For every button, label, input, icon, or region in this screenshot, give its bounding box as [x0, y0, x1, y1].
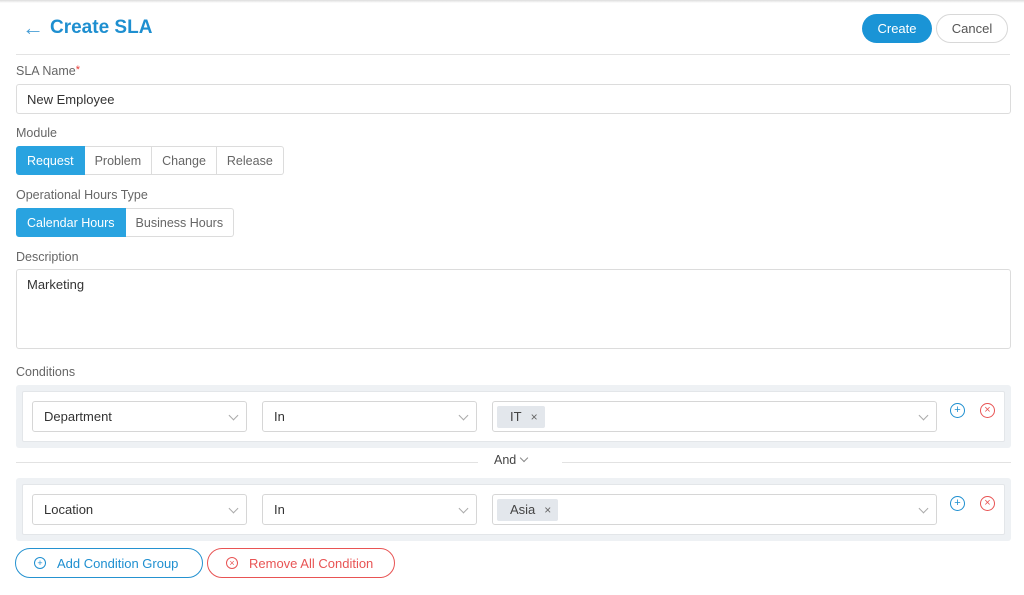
back-arrow-icon[interactable]: ← [22, 17, 48, 39]
chevron-down-icon [228, 410, 239, 421]
condition-field-select[interactable]: Location [32, 494, 247, 525]
conditions-label: Conditions [16, 365, 76, 379]
value-tag: Asia × [497, 498, 559, 521]
sla-name-value: New Employee [27, 91, 115, 107]
and-divider-left [16, 462, 478, 463]
add-condition-icon[interactable]: + [950, 403, 965, 418]
condition-group: Department In IT × + × [16, 385, 1011, 448]
condition-row: Department In IT × + × [22, 391, 1005, 442]
description-textarea[interactable]: Marketing [16, 269, 1011, 349]
header-divider [16, 54, 1010, 55]
condition-operator-select[interactable]: In [262, 401, 477, 432]
sla-name-input[interactable]: New Employee [16, 84, 1011, 114]
module-problem-button[interactable]: Problem [84, 146, 153, 175]
required-mark: * [75, 64, 81, 76]
value-tag: IT × [497, 405, 545, 428]
page-title: Create SLA [50, 17, 153, 38]
add-condition-group-button[interactable]: + Add Condition Group [15, 548, 203, 578]
tag-remove-icon[interactable]: × [531, 410, 538, 424]
module-label: Module [16, 126, 57, 140]
remove-condition-icon[interactable]: × [980, 496, 995, 511]
sla-name-label-text: SLA Name [16, 64, 76, 78]
module-change-button[interactable]: Change [152, 146, 217, 175]
sla-name-label: SLA Name* [16, 64, 80, 78]
chevron-down-icon [918, 503, 929, 514]
description-label: Description [16, 250, 79, 264]
calendar-hours-button[interactable]: Calendar Hours [16, 208, 126, 237]
and-label: And [494, 453, 517, 467]
cancel-button[interactable]: Cancel [936, 13, 1008, 43]
condition-field-value: Location [44, 502, 94, 517]
header-actions: Create Cancel [862, 13, 1008, 43]
condition-operator-value: In [274, 409, 285, 424]
module-request-button[interactable]: Request [16, 146, 85, 175]
module-release-button[interactable]: Release [216, 146, 284, 175]
chevron-down-icon [918, 410, 929, 421]
condition-field-value: Department [44, 409, 112, 424]
chevron-down-icon [458, 503, 469, 514]
condition-operator-select[interactable]: In [262, 494, 477, 525]
value-tag-label: Asia [510, 502, 536, 517]
and-divider-right [562, 462, 1011, 463]
description-value: Marketing [27, 277, 85, 292]
create-button[interactable]: Create [862, 13, 932, 43]
remove-all-condition-label: Remove All Condition [249, 555, 374, 571]
value-tag-label: IT [510, 409, 522, 424]
condition-field-select[interactable]: Department [32, 401, 247, 432]
condition-group: Location In Asia × + × [16, 478, 1011, 541]
close-circle-icon: × [226, 557, 238, 569]
chevron-down-icon [458, 410, 469, 421]
condition-value-select[interactable]: Asia × [492, 494, 937, 525]
condition-value-select[interactable]: IT × [492, 401, 937, 432]
add-condition-group-label: Add Condition Group [57, 555, 179, 571]
tag-remove-icon[interactable]: × [544, 503, 551, 517]
add-condition-icon[interactable]: + [950, 496, 965, 511]
condition-row: Location In Asia × + × [22, 484, 1005, 535]
and-operator-dropdown[interactable]: And [494, 453, 529, 467]
plus-circle-icon: + [34, 557, 46, 569]
hours-type-label: Operational Hours Type [16, 188, 148, 202]
chevron-down-icon [228, 503, 239, 514]
business-hours-button[interactable]: Business Hours [125, 208, 235, 237]
module-segmented-control: Request Problem Change Release [16, 146, 284, 175]
top-shadow [0, 0, 1024, 3]
chevron-down-icon [520, 453, 529, 463]
remove-condition-icon[interactable]: × [980, 403, 995, 418]
remove-all-condition-button[interactable]: × Remove All Condition [207, 548, 395, 578]
hours-type-segmented-control: Calendar Hours Business Hours [16, 208, 235, 237]
page-header: ← Create SLA Create Cancel [16, 10, 1010, 46]
condition-operator-value: In [274, 502, 285, 517]
